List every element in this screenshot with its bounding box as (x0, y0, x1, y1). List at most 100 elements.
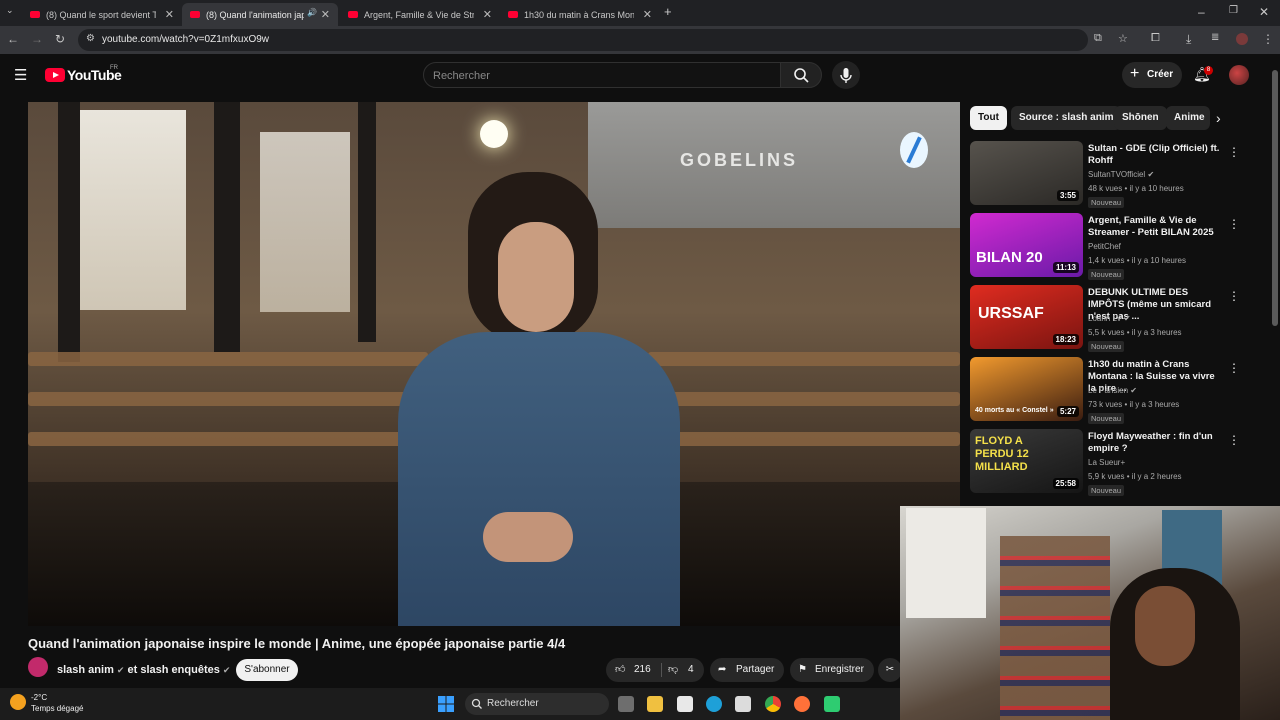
page-scrollbar[interactable] (1272, 70, 1278, 326)
speaker-icon[interactable]: 🔊 (307, 8, 317, 17)
edge-icon[interactable] (706, 696, 722, 712)
taskbar-search-input[interactable]: Rechercher (465, 693, 609, 715)
site-info-icon[interactable]: ⚙ (86, 33, 95, 44)
minimize-icon[interactable]: – (1198, 5, 1205, 19)
browser-tab-1[interactable]: (8) Quand le sport devient TOXI ✕ (22, 3, 182, 26)
restore-icon[interactable]: ❐ (1229, 5, 1238, 16)
more-menu-icon[interactable]: ⋮ (1262, 32, 1274, 46)
channel-avatar[interactable] (28, 657, 48, 677)
subscribe-button[interactable]: S'abonner (236, 659, 298, 681)
recommendation-item[interactable]: BILAN 20 11:13 Argent, Famille & Vie de … (970, 213, 1260, 280)
browser-tab-2[interactable]: (8) Quand l'animation japon 🔊 ✕ (182, 3, 338, 26)
media-controls-icon[interactable]: ≣ (1211, 32, 1219, 43)
youtube-favicon-icon (348, 11, 358, 18)
extensions-icon[interactable]: ⧠ (1151, 32, 1160, 45)
video-thumbnail[interactable]: 40 morts au « Constel » 5:27 (970, 357, 1083, 421)
channel-name-2[interactable]: slash enquêtes (140, 664, 219, 676)
dislike-count[interactable]: 4 (688, 658, 694, 682)
recommendation-item[interactable]: 3:55 Sultan - GDE (Clip Officiel) ft. Ro… (970, 141, 1260, 208)
chrome-icon[interactable] (765, 696, 781, 712)
share-button[interactable]: ➦ Partager (710, 658, 784, 682)
forward-icon[interactable]: → (31, 32, 43, 46)
video-scene-seats (28, 352, 428, 366)
recommendation-title[interactable]: Sultan - GDE (Clip Officiel) ft. Rohff (1088, 143, 1223, 167)
recommendation-item[interactable]: FLOYD A PERDU 12 MILLIARD 25:58 Floyd Ma… (970, 429, 1260, 496)
recommendation-channel[interactable]: SultanTVOfficiel ✔ (1088, 170, 1154, 179)
create-button[interactable]: + Créer (1122, 62, 1182, 88)
verified-icon: ✔ (1123, 314, 1131, 323)
more-actions-icon[interactable]: ⋮ (1228, 145, 1240, 159)
like-count[interactable]: 216 (634, 658, 651, 682)
search-input[interactable]: Rechercher (423, 62, 781, 88)
youtube-logo-icon[interactable] (45, 68, 65, 82)
webcam-scene-face (1135, 586, 1195, 666)
recommendation-item[interactable]: URSSAF 18:23 DEBUNK ULTIME DES IMPÔTS (m… (970, 285, 1260, 352)
windows-start-icon[interactable] (438, 696, 454, 712)
chip-shonen[interactable]: Shōnen (1114, 106, 1167, 130)
new-tab-icon[interactable]: + (664, 4, 672, 19)
chip-all[interactable]: Tout (970, 106, 1007, 130)
bookmark-icon: ⚑ (798, 664, 807, 675)
search-placeholder: Rechercher (433, 70, 490, 82)
plus-icon: + (1130, 65, 1140, 82)
recommendation-channel[interactable]: La Sueur+ (1088, 458, 1125, 467)
weather-icon[interactable] (10, 694, 26, 710)
webcam-overlay (900, 506, 1280, 720)
more-actions-icon[interactable]: ⋮ (1228, 289, 1240, 303)
close-tab-icon[interactable]: ✕ (321, 8, 330, 21)
tab-search-icon[interactable]: ⌄ (6, 5, 14, 16)
video-thumbnail[interactable]: URSSAF 18:23 (970, 285, 1083, 349)
reload-icon[interactable]: ↻ (55, 32, 65, 46)
dislike-icon[interactable]: 👎︎ (668, 658, 678, 682)
video-scene-curtain (58, 102, 80, 362)
clip-button[interactable]: ✂ (878, 658, 902, 682)
search-button[interactable] (780, 62, 822, 88)
recommendation-channel[interactable]: Loann LV ✔ (1088, 314, 1131, 323)
close-tab-icon[interactable]: ✕ (483, 8, 492, 21)
recommendation-title[interactable]: Argent, Famille & Vie de Streamer - Peti… (1088, 215, 1223, 239)
address-bar[interactable]: ⚙ youtube.com/watch?v=0Z1mfxuxO9w ⧉ ☆ (78, 29, 1128, 51)
channel-name[interactable]: slash anim (57, 664, 114, 676)
recommendation-channel[interactable]: Le Parisien ✔ (1088, 386, 1137, 395)
channel-names[interactable]: slash anim ✔ et slash enquêtes ✔ (57, 664, 230, 676)
weather-description[interactable]: Temps dégagé (31, 704, 83, 713)
voice-search-button[interactable] (832, 61, 860, 89)
bookmark-star-icon[interactable]: ☆ (1118, 32, 1128, 45)
video-scene-window (76, 110, 186, 310)
hamburger-menu-icon[interactable]: ☰ (14, 66, 27, 84)
chevron-right-icon[interactable]: › (1216, 110, 1221, 126)
more-actions-icon[interactable]: ⋮ (1228, 433, 1240, 447)
like-icon[interactable]: 👍︎ (615, 658, 625, 682)
save-button[interactable]: ⚑ Enregistrer (790, 658, 874, 682)
back-icon[interactable]: ← (7, 32, 19, 46)
notepad-icon[interactable] (677, 696, 693, 712)
more-actions-icon[interactable]: ⋮ (1228, 361, 1240, 375)
video-player[interactable]: GOBELINS (28, 102, 960, 626)
download-icon[interactable]: ⤓ (1186, 32, 1191, 47)
task-view-icon[interactable] (618, 696, 634, 712)
windows-taskbar: -2°C Temps dégagé Rechercher (0, 688, 900, 720)
app-icon[interactable] (824, 696, 840, 712)
video-thumbnail[interactable]: 3:55 (970, 141, 1083, 205)
thumbnail-text: BILAN 20 (976, 249, 1043, 266)
browser-tab-4[interactable]: 1h30 du matin à Crans Montana ✕ (500, 3, 660, 26)
recommendation-item[interactable]: 40 morts au « Constel » 5:27 1h30 du mat… (970, 357, 1260, 424)
recommendation-title[interactable]: Floyd Mayweather : fin d'un empire ? (1088, 431, 1223, 455)
browser-tab-3[interactable]: Argent, Famille & Vie de Stream ✕ (340, 3, 500, 26)
close-tab-icon[interactable]: ✕ (165, 8, 174, 21)
chip-source[interactable]: Source : slash anim (1011, 106, 1122, 130)
more-actions-icon[interactable]: ⋮ (1228, 217, 1240, 231)
weather-temperature[interactable]: -2°C (31, 693, 47, 702)
video-thumbnail[interactable]: BILAN 20 11:13 (970, 213, 1083, 277)
close-window-icon[interactable]: ✕ (1259, 5, 1269, 19)
recommendation-channel[interactable]: PetitChef (1088, 242, 1121, 251)
file-explorer-icon[interactable] (647, 696, 663, 712)
video-thumbnail[interactable]: FLOYD A PERDU 12 MILLIARD 25:58 (970, 429, 1083, 493)
install-app-icon[interactable]: ⧉ (1094, 32, 1102, 45)
profile-icon[interactable] (1236, 33, 1248, 45)
firefox-icon[interactable] (794, 696, 810, 712)
account-avatar[interactable] (1229, 65, 1249, 85)
store-icon[interactable] (735, 696, 751, 712)
close-tab-icon[interactable]: ✕ (643, 8, 652, 21)
chip-anime[interactable]: Anime (1166, 106, 1210, 130)
